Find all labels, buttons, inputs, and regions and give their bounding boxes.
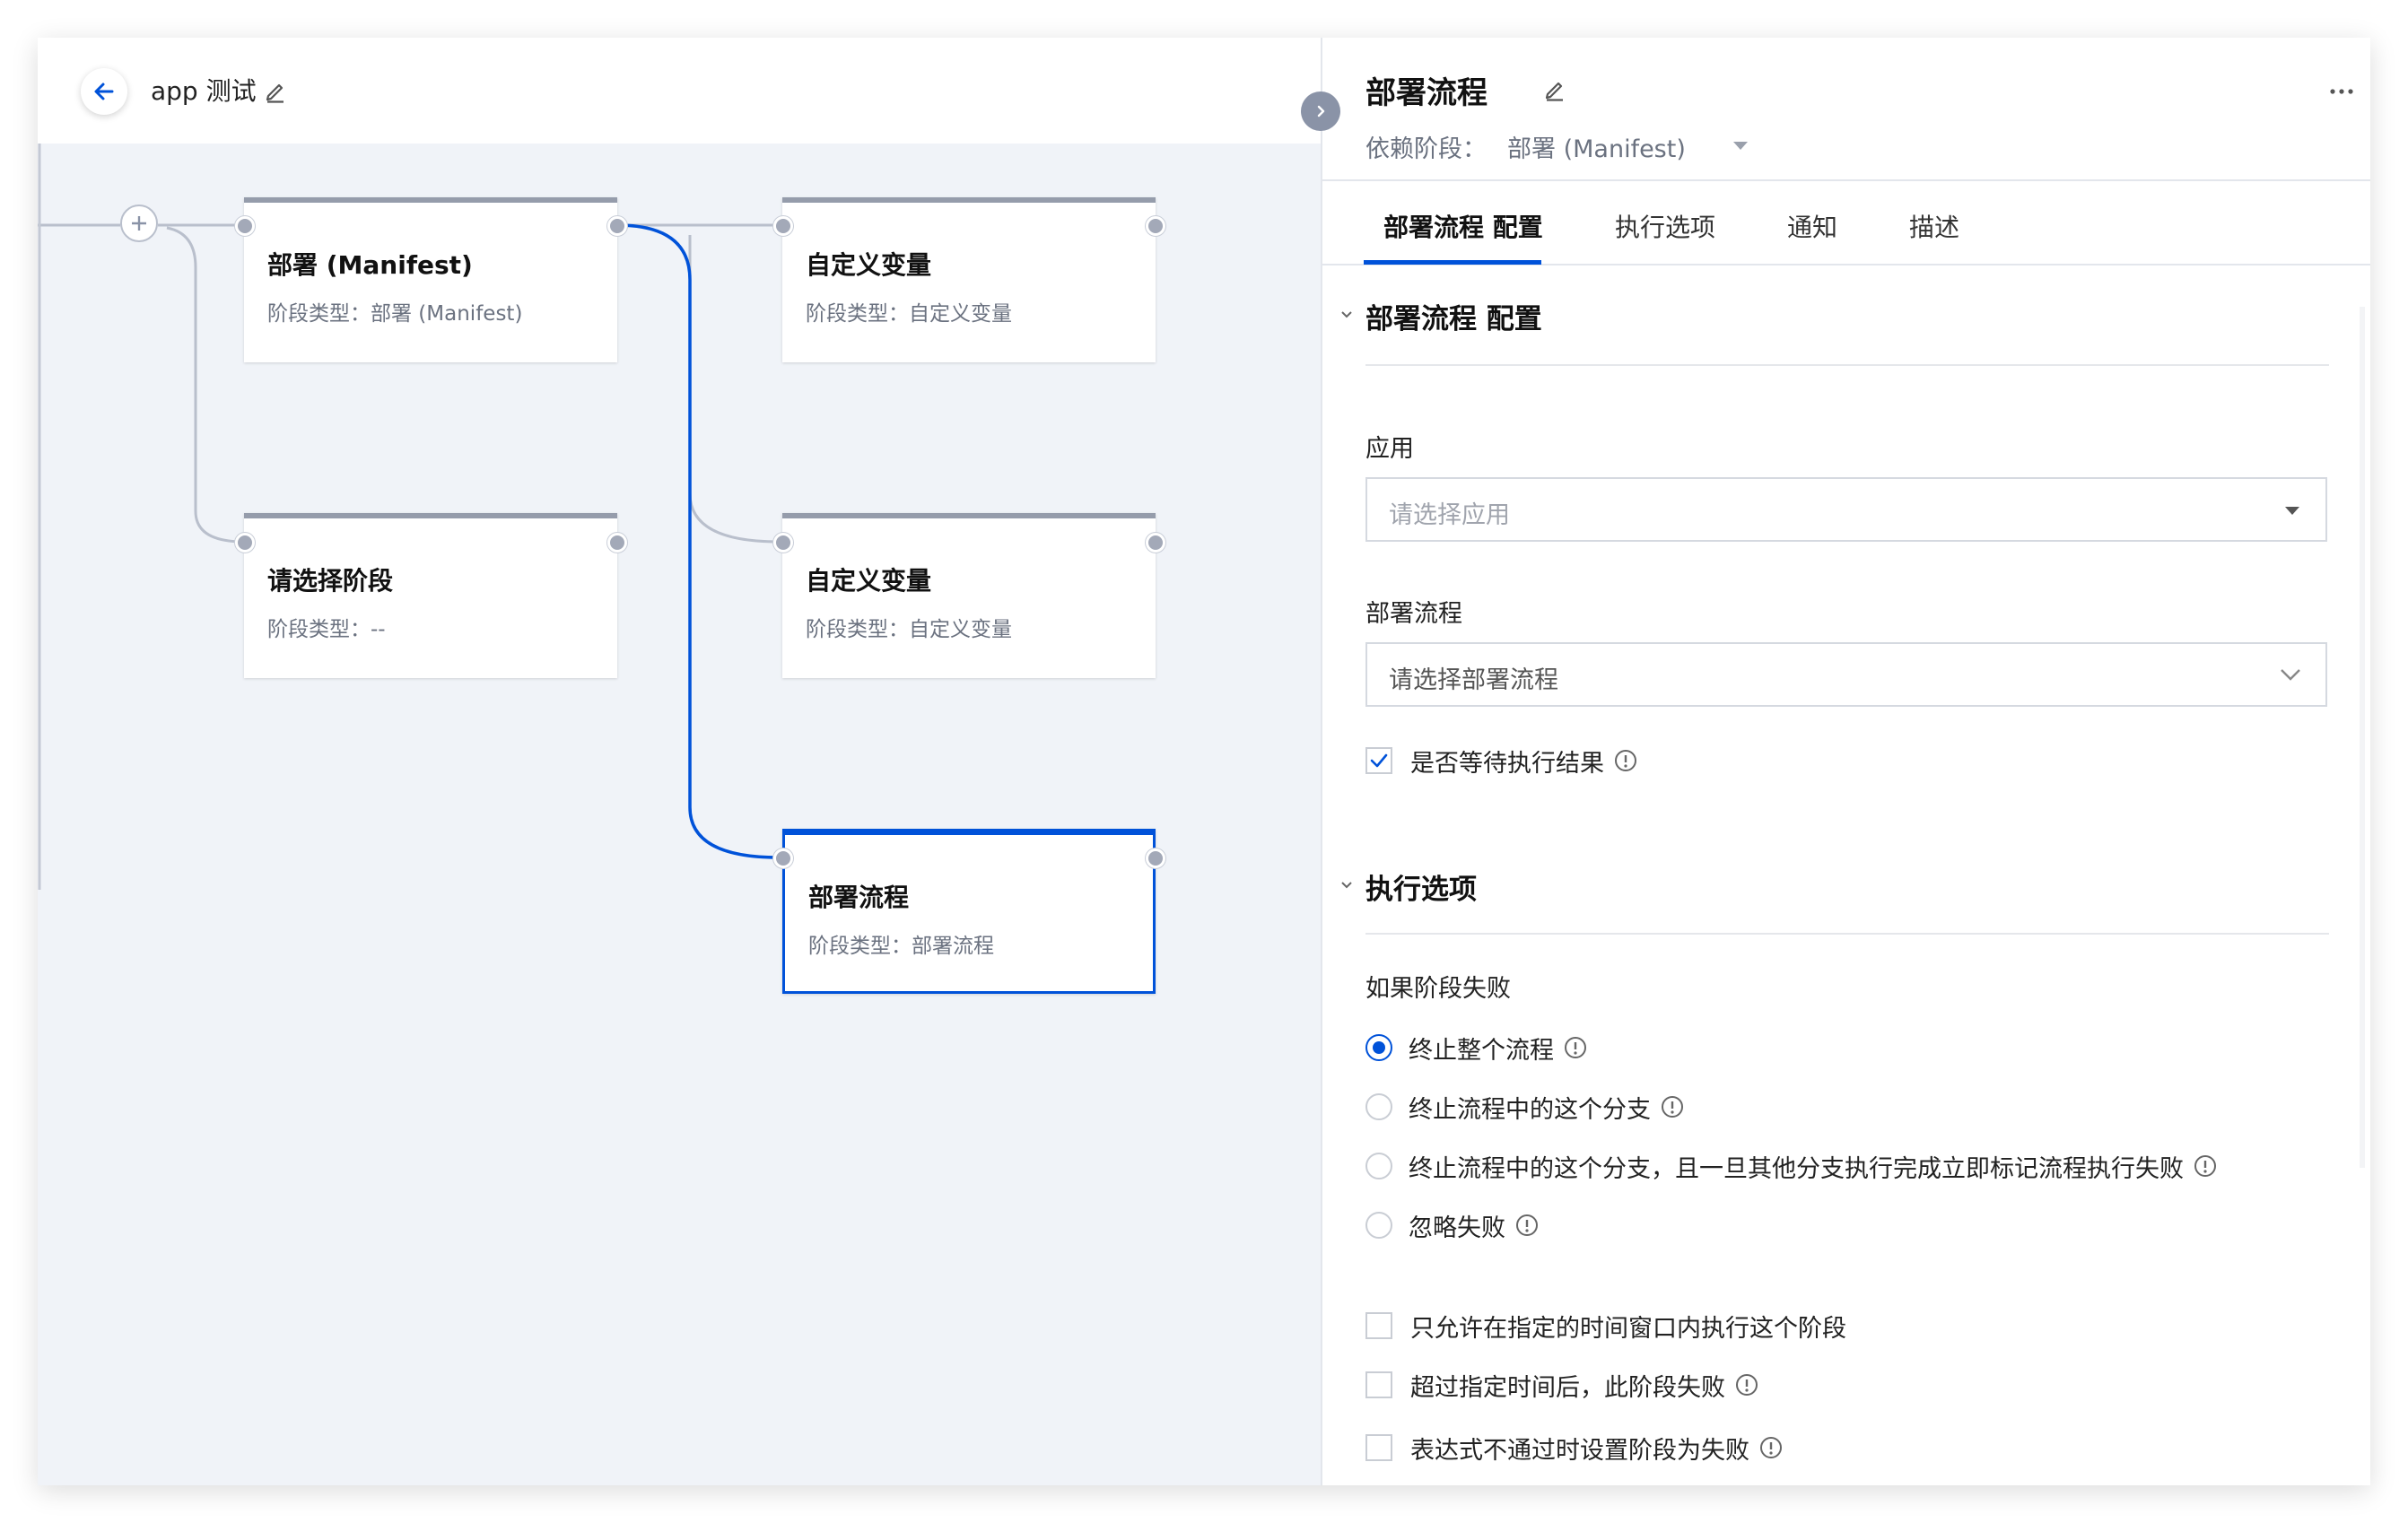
fail-radio[interactable]	[1365, 1093, 1392, 1120]
output-port[interactable]	[1146, 533, 1165, 553]
stage-node[interactable]: 部署 (Manifest) 阶段类型：部署 (Manifest)	[244, 197, 617, 362]
info-icon[interactable]	[1613, 748, 1638, 773]
section-title-exec[interactable]: 执行选项	[1365, 866, 1477, 907]
fail-radio[interactable]	[1365, 1153, 1392, 1179]
app-field-label: 应用	[1365, 435, 1414, 463]
info-icon[interactable]	[1660, 1094, 1685, 1119]
stage-node[interactable]: 请选择阶段 阶段类型：--	[244, 513, 617, 678]
stage-title: 部署 (Manifest)	[267, 250, 473, 280]
app-select[interactable]: 请选择应用	[1365, 477, 2327, 542]
dependency-select[interactable]: 部署 (Manifest)	[1507, 129, 1686, 164]
output-port[interactable]	[607, 216, 627, 236]
expression-fail-option: 表达式不通过时设置阶段为失败	[1365, 1432, 1784, 1465]
input-port[interactable]	[773, 216, 793, 236]
tab-exec-options[interactable]: 执行选项	[1615, 208, 1715, 244]
input-port[interactable]	[235, 533, 255, 553]
pencil-icon[interactable]	[262, 77, 289, 104]
fail-option-label: 终止整个流程	[1409, 1036, 1554, 1065]
stage-title: 自定义变量	[806, 566, 932, 596]
time-window-label: 只允许在指定的时间窗口内执行这个阶段	[1410, 1314, 1846, 1343]
check-icon	[1370, 753, 1388, 768]
panel-title: 部署流程	[1365, 75, 1488, 111]
fail-option-stop-all: 终止整个流程	[1365, 1031, 1588, 1065]
tab-bar: 部署流程 配置 执行选项 通知 描述	[1322, 179, 2370, 265]
back-button[interactable]	[81, 68, 127, 115]
panel-scrollbar[interactable]	[2360, 307, 2365, 1168]
stage-type: 阶段类型：--	[267, 618, 386, 641]
chevron-down-icon[interactable]	[1340, 879, 1353, 892]
chevron-down-icon	[2281, 669, 2300, 681]
pipeline-select[interactable]: 请选择部署流程	[1365, 642, 2327, 707]
app-select-placeholder: 请选择应用	[1389, 501, 1510, 529]
active-tab-indicator	[1364, 260, 1541, 265]
stage-type: 阶段类型：自定义变量	[806, 618, 1012, 641]
collapse-panel-button[interactable]	[1301, 91, 1340, 131]
tab-config[interactable]: 部署流程 配置	[1383, 208, 1543, 244]
pencil-icon[interactable]	[1541, 75, 1568, 102]
stage-title: 请选择阶段	[267, 566, 394, 596]
wait-result-label: 是否等待执行结果	[1410, 749, 1604, 778]
dependency-label: 依赖阶段：	[1365, 135, 1487, 163]
input-port[interactable]	[773, 849, 793, 868]
timeout-checkbox[interactable]	[1365, 1371, 1392, 1398]
timeout-label: 超过指定时间后，此阶段失败	[1410, 1373, 1725, 1402]
stage-node[interactable]: 自定义变量 阶段类型：自定义变量	[782, 513, 1156, 678]
radio-selected-dot	[1373, 1041, 1385, 1054]
wait-result-option: 是否等待执行结果	[1365, 744, 1638, 778]
chevron-right-icon	[1317, 105, 1325, 117]
divider	[1365, 364, 2329, 366]
timeout-option: 超过指定时间后，此阶段失败	[1365, 1369, 1759, 1402]
fail-option-stop-branch: 终止流程中的这个分支	[1365, 1091, 1685, 1124]
fail-option-stop-branch-mark-fail: 终止流程中的这个分支，且一旦其他分支执行完成立即标记流程执行失败	[1365, 1150, 2218, 1183]
time-window-option: 只允许在指定的时间窗口内执行这个阶段	[1365, 1310, 1846, 1343]
info-icon[interactable]	[1734, 1372, 1759, 1397]
stage-title: 部署流程	[808, 883, 910, 912]
input-port[interactable]	[235, 216, 255, 236]
stage-node-selected[interactable]: 部署流程 阶段类型：部署流程	[782, 829, 1156, 994]
pipeline-select-placeholder: 请选择部署流程	[1389, 666, 1558, 694]
output-port[interactable]	[607, 533, 627, 553]
chevron-down-icon[interactable]	[1340, 309, 1353, 321]
fail-radio[interactable]	[1365, 1034, 1392, 1061]
editor-header: app 测试	[38, 38, 1321, 144]
fail-radio[interactable]	[1365, 1212, 1392, 1239]
pipeline-field-label: 部署流程	[1365, 600, 1462, 628]
plus-icon	[132, 216, 146, 231]
stage-config-panel: 部署流程 依赖阶段： 部署 (Manifest) 部署流程 配置 执行选项 通知…	[1321, 38, 2370, 1485]
stage-type: 阶段类型：部署流程	[808, 935, 994, 958]
section-title-config[interactable]: 部署流程 配置	[1365, 296, 1542, 336]
tab-notify[interactable]: 通知	[1787, 208, 1837, 244]
divider	[1365, 933, 2329, 935]
fail-behavior-label: 如果阶段失败	[1365, 975, 1511, 1003]
caret-down-icon	[1733, 142, 1748, 150]
output-port[interactable]	[1146, 216, 1165, 236]
tab-description[interactable]: 描述	[1909, 208, 1959, 244]
info-icon[interactable]	[2193, 1153, 2218, 1179]
app-window: app 测试 部署 (Manifest) 阶段类型：部署 (Manifest) …	[38, 38, 2370, 1485]
add-stage-button[interactable]	[120, 205, 158, 242]
expression-fail-checkbox[interactable]	[1365, 1434, 1392, 1461]
fail-option-label: 终止流程中的这个分支	[1409, 1095, 1651, 1124]
wait-result-checkbox[interactable]	[1365, 747, 1392, 774]
more-icon[interactable]	[2322, 81, 2361, 102]
fail-option-label: 忽略失败	[1409, 1214, 1505, 1242]
app-title: app 测试	[151, 76, 257, 106]
stage-node[interactable]: 自定义变量 阶段类型：自定义变量	[782, 197, 1156, 362]
fail-option-ignore: 忽略失败	[1365, 1209, 1540, 1242]
info-icon[interactable]	[1563, 1035, 1588, 1060]
time-window-checkbox[interactable]	[1365, 1312, 1392, 1339]
stage-type: 阶段类型：自定义变量	[806, 302, 1012, 326]
output-port[interactable]	[1146, 849, 1165, 868]
fail-option-label: 终止流程中的这个分支，且一旦其他分支执行完成立即标记流程执行失败	[1409, 1154, 2184, 1183]
stage-title: 自定义变量	[806, 250, 932, 280]
info-icon[interactable]	[1758, 1435, 1784, 1460]
expression-fail-label: 表达式不通过时设置阶段为失败	[1410, 1436, 1749, 1465]
input-port[interactable]	[773, 533, 793, 553]
caret-down-icon	[2285, 507, 2299, 515]
stage-type: 阶段类型：部署 (Manifest)	[267, 302, 523, 326]
back-arrow-icon	[94, 83, 114, 100]
info-icon[interactable]	[1514, 1213, 1540, 1238]
